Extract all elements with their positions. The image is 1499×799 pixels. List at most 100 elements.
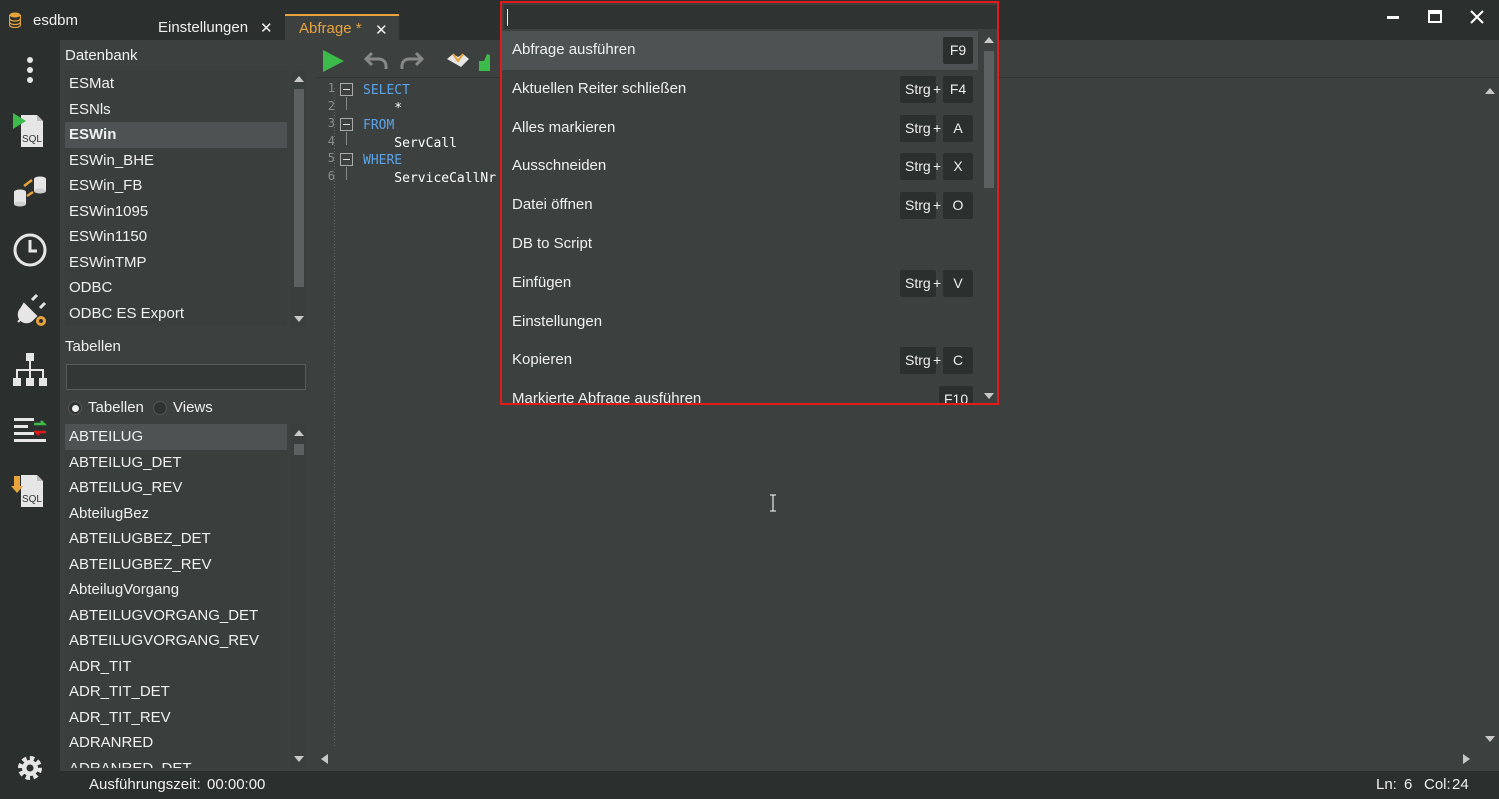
- scroll-down-arrow[interactable]: [294, 756, 304, 762]
- run-query-button[interactable]: [320, 49, 346, 73]
- scroll-down-arrow[interactable]: [984, 393, 994, 399]
- scroll-left-arrow[interactable]: [321, 754, 329, 764]
- command-item[interactable]: Einstellungen: [502, 303, 978, 342]
- command-list-scrollbar[interactable]: [981, 31, 997, 403]
- maximize-button[interactable]: [1420, 6, 1450, 28]
- line-label: Ln:: [1376, 776, 1397, 793]
- database-panel-header: Datenbank: [65, 47, 138, 64]
- command-item[interactable]: Abfrage ausführen F9: [502, 31, 978, 70]
- sitemap-icon[interactable]: [10, 350, 50, 390]
- table-item[interactable]: AbteilugVorgang: [65, 577, 287, 603]
- database-item[interactable]: ESMat: [65, 71, 287, 97]
- scroll-down-arrow[interactable]: [294, 316, 304, 322]
- shortcut-key: A: [943, 114, 973, 142]
- tab-abfrage[interactable]: Abfrage * ✕: [285, 14, 399, 40]
- database-item[interactable]: ESWin1150: [65, 224, 287, 250]
- editor-margin-line: [334, 88, 335, 748]
- table-item[interactable]: ADR_TIT_REV: [65, 705, 287, 731]
- table-item[interactable]: ABTEILUGBEZ_DET: [65, 526, 287, 552]
- shortcut-key: F9: [943, 37, 973, 64]
- command-item[interactable]: Aktuellen Reiter schließen Strg + F4: [502, 70, 978, 109]
- sql-import-icon[interactable]: SQL: [10, 470, 50, 510]
- database-item[interactable]: ESWin_BHE: [65, 148, 287, 174]
- minimize-button[interactable]: [1378, 6, 1408, 28]
- command-search-input[interactable]: [504, 5, 997, 29]
- shortcut-key: C: [943, 347, 973, 375]
- editor-vertical-scrollbar[interactable]: [1481, 80, 1499, 748]
- tables-panel-header: Tabellen: [65, 338, 121, 355]
- database-item[interactable]: ODBC ES Export: [65, 301, 287, 327]
- table-item[interactable]: ADRANRED: [65, 730, 287, 756]
- scrollbar-thumb[interactable]: [984, 51, 994, 188]
- command-item[interactable]: Kopieren Strg + C: [502, 341, 978, 380]
- shortcut-modifier-key: Strg: [900, 153, 936, 181]
- shortcut-plus: +: [933, 197, 942, 214]
- plug-settings-icon[interactable]: [10, 290, 50, 330]
- database-item[interactable]: ESWin: [65, 122, 287, 148]
- scroll-right-arrow[interactable]: [1462, 754, 1470, 764]
- scroll-up-arrow[interactable]: [1485, 88, 1495, 94]
- shortcut-key: F4: [943, 75, 973, 103]
- table-item[interactable]: ADR_TIT: [65, 654, 287, 680]
- command-item[interactable]: Datei öffnen Strg + O: [502, 186, 978, 225]
- table-item[interactable]: ADRANRED_DET: [65, 756, 287, 769]
- sql-run-icon[interactable]: SQL: [10, 110, 50, 150]
- shortcut-plus: +: [933, 274, 942, 291]
- table-item[interactable]: ABTEILUGVORGANG_REV: [65, 628, 287, 654]
- database-item[interactable]: ESNls: [65, 97, 287, 123]
- fold-icon[interactable]: [340, 153, 353, 166]
- command-item[interactable]: DB to Script: [502, 225, 978, 264]
- scroll-up-arrow[interactable]: [294, 76, 304, 82]
- table-item[interactable]: ABTEILUG: [65, 424, 287, 450]
- command-item[interactable]: Markierte Abfrage ausführen F10: [502, 380, 978, 403]
- shortcut-plus: +: [933, 80, 942, 97]
- shortcut-key: X: [943, 153, 973, 181]
- line-number-gutter: 1 2 3 4 5 6: [317, 80, 335, 185]
- close-icon[interactable]: ✕: [260, 19, 273, 37]
- db-transfer-icon[interactable]: [10, 170, 50, 210]
- shortcut-modifier-key: Strg: [900, 192, 936, 220]
- undo-button[interactable]: [363, 49, 389, 73]
- table-item[interactable]: ADR_TIT_DET: [65, 679, 287, 705]
- fold-icon[interactable]: [340, 118, 353, 131]
- command-item[interactable]: Einfügen Strg + V: [502, 264, 978, 303]
- more-icon[interactable]: [10, 50, 50, 90]
- database-item[interactable]: ODBC: [65, 275, 287, 301]
- command-label: Einstellungen: [512, 312, 603, 330]
- gear-icon[interactable]: [10, 748, 50, 788]
- sync-list-icon[interactable]: [10, 410, 50, 450]
- history-clock-icon[interactable]: [10, 230, 50, 270]
- database-item[interactable]: ESWin1095: [65, 199, 287, 225]
- database-item[interactable]: ESWin_FB: [65, 173, 287, 199]
- database-item[interactable]: ESWinTMP: [65, 250, 287, 276]
- table-item[interactable]: ABTEILUG_DET: [65, 450, 287, 476]
- close-icon[interactable]: ✕: [375, 21, 388, 39]
- table-item[interactable]: ABTEILUG_REV: [65, 475, 287, 501]
- scrollbar-thumb[interactable]: [294, 444, 304, 455]
- line-number: 1: [327, 81, 335, 95]
- tab-einstellungen[interactable]: Einstellungen ✕: [144, 14, 282, 40]
- scrollbar-thumb[interactable]: [294, 89, 304, 287]
- scroll-up-arrow[interactable]: [984, 37, 994, 43]
- close-window-button[interactable]: [1462, 6, 1492, 28]
- fold-icon[interactable]: [340, 83, 353, 96]
- redo-button[interactable]: [399, 49, 425, 73]
- handshake-icon[interactable]: [445, 49, 471, 73]
- command-label: Abfrage ausführen: [512, 41, 636, 58]
- table-item[interactable]: ABTEILUGVORGANG_DET: [65, 603, 287, 629]
- thumbs-up-icon[interactable]: [477, 49, 491, 73]
- table-item[interactable]: ABTEILUGBEZ_REV: [65, 552, 287, 578]
- table-list-scrollbar[interactable]: [291, 424, 307, 768]
- scroll-up-arrow[interactable]: [294, 430, 304, 436]
- editor-horizontal-scrollbar[interactable]: [317, 750, 1482, 768]
- database-list-scrollbar[interactable]: [291, 71, 307, 327]
- table-item[interactable]: AbteilugBez: [65, 501, 287, 527]
- database-icon: [9, 12, 21, 28]
- shortcut-modifier-key: Strg: [900, 114, 936, 142]
- command-label: Alles markieren: [512, 118, 616, 136]
- command-item[interactable]: Alles markieren Strg + A: [502, 109, 978, 148]
- radio-dot: [153, 401, 167, 415]
- table-filter-input[interactable]: [66, 364, 306, 390]
- command-item[interactable]: Ausschneiden Strg + X: [502, 147, 978, 186]
- scroll-down-arrow[interactable]: [1485, 736, 1495, 742]
